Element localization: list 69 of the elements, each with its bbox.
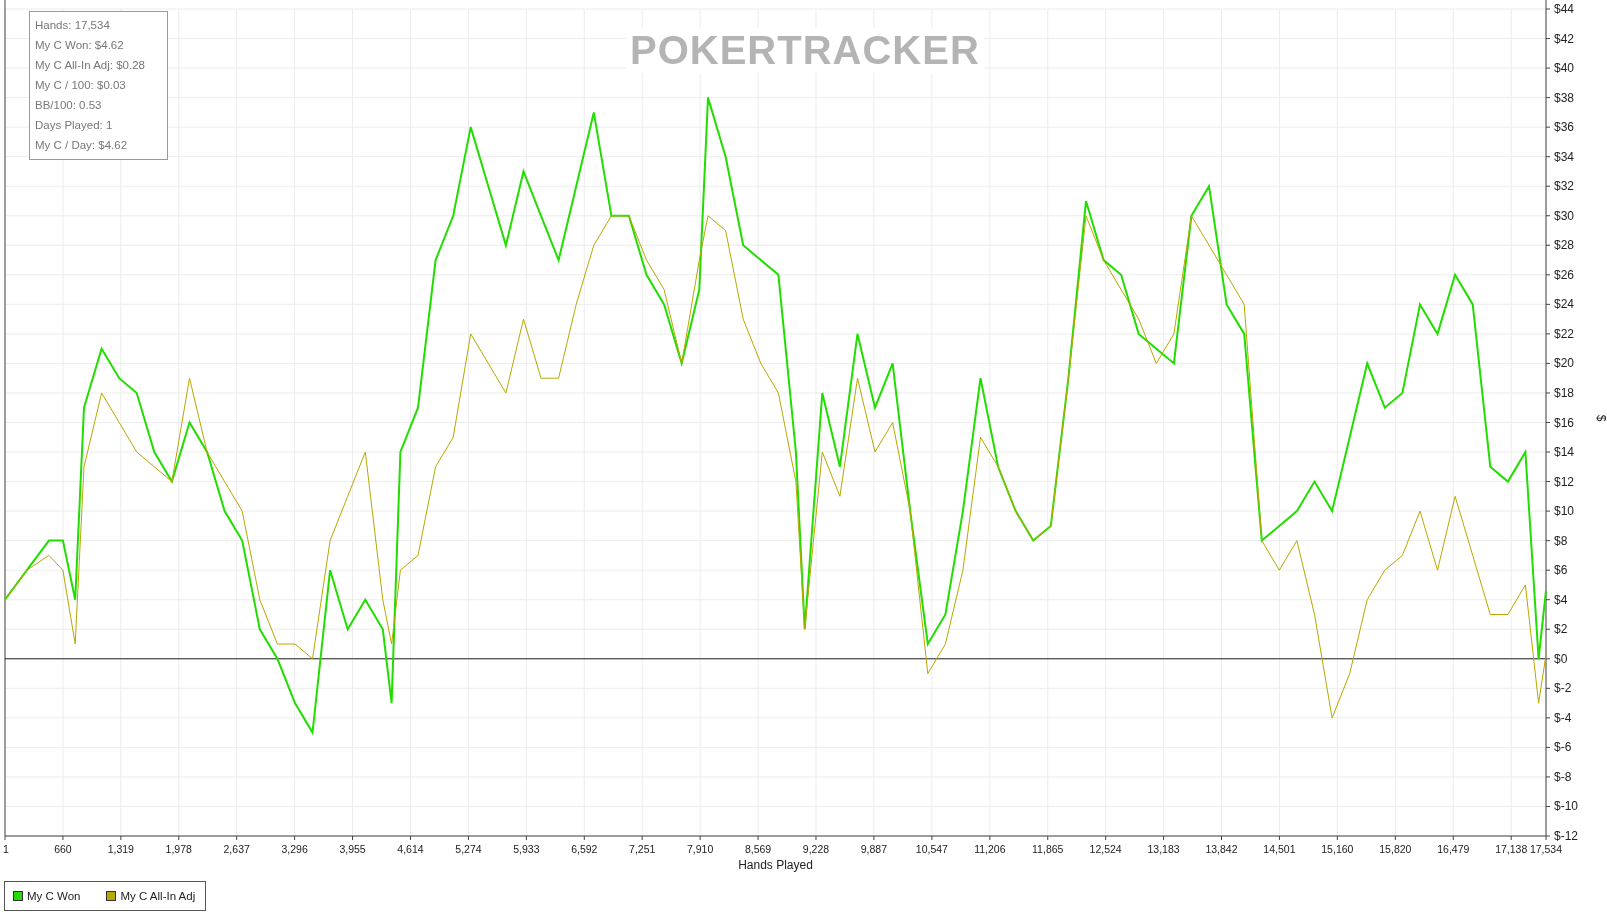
y-tick-label: $24 <box>1554 297 1575 312</box>
y-tick-label: $26 <box>1554 267 1575 282</box>
x-tick-label: 13,842 <box>1205 843 1238 855</box>
y-tick-label: $-6 <box>1554 740 1572 755</box>
y-tick-label: $38 <box>1554 90 1575 105</box>
stat-text: My C Won: $4.62 <box>35 38 125 53</box>
x-tick-label: 14,501 <box>1263 843 1296 855</box>
x-tick-label: 5,933 <box>513 843 540 855</box>
x-tick-label: 9,887 <box>860 843 888 855</box>
y-tick-label: $34 <box>1554 149 1575 164</box>
y-tick-label: $0 <box>1554 651 1568 666</box>
x-tick-label: 660 <box>54 843 72 855</box>
x-tick-label: 5,274 <box>455 843 482 855</box>
x-tick-label: 17,534 <box>1529 843 1563 855</box>
y-tick-label: $30 <box>1554 208 1575 223</box>
y-tick-label: $16 <box>1554 415 1575 430</box>
legend-label: My C All-In Adj <box>120 890 196 902</box>
x-tick-label: 16,479 <box>1437 843 1470 855</box>
stat-text: BB/100: 0.53 <box>35 98 103 113</box>
stat-text: My C / 100: $0.03 <box>35 78 127 93</box>
y-tick-label: $6 <box>1554 563 1568 578</box>
y-tick-label: $28 <box>1554 238 1575 253</box>
x-tick-label: 13,183 <box>1147 843 1180 855</box>
y-tick-label: $-8 <box>1554 769 1572 784</box>
y-tick-label: $8 <box>1554 533 1568 548</box>
x-tick-label: 1 <box>3 843 9 855</box>
y-tick-label: $2 <box>1554 622 1568 637</box>
y-tick-label: $10 <box>1554 504 1575 519</box>
y-tick-label: $-2 <box>1554 681 1572 696</box>
x-tick-label: 7,910 <box>687 843 714 855</box>
y-tick-label: $-12 <box>1554 829 1579 843</box>
x-tick-label: 8,569 <box>744 843 772 855</box>
x-tick-label: 7,251 <box>629 843 656 855</box>
x-tick-label: 3,955 <box>339 843 366 855</box>
y-tick-label: $18 <box>1554 385 1575 400</box>
stat-text: My C All-In Adj: $0.28 <box>35 58 146 73</box>
x-tick-label: 17,138 <box>1495 843 1528 855</box>
stat-text: Days Played: 1 <box>35 118 114 133</box>
y-tick-label: $40 <box>1554 61 1575 76</box>
x-tick-label: 4,614 <box>397 843 424 855</box>
y-tick-label: $-4 <box>1554 710 1572 725</box>
axis-title: $ <box>1594 414 1607 422</box>
y-tick-label: $4 <box>1554 592 1568 607</box>
x-tick-label: 12,524 <box>1089 843 1122 855</box>
x-tick-label: 6,592 <box>571 843 598 855</box>
y-tick-label: $22 <box>1554 326 1575 341</box>
y-tick-label: $42 <box>1554 31 1575 46</box>
x-tick-label: 9,228 <box>802 843 830 855</box>
y-tick-label: $12 <box>1554 474 1575 489</box>
watermark-logo: POKERTRACKER <box>626 28 984 73</box>
x-tick-label: 11,206 <box>974 843 1006 855</box>
stat-text: Hands: 17,534 <box>35 18 111 33</box>
y-tick-label: $14 <box>1554 445 1575 460</box>
x-tick-label: 2,637 <box>223 843 250 855</box>
legend-label: My C Won <box>27 890 81 902</box>
y-tick-label: $32 <box>1554 179 1575 194</box>
x-tick-label: 15,820 <box>1379 843 1412 855</box>
x-tick-label: 15,160 <box>1321 843 1354 855</box>
x-tick-label: 1,319 <box>107 843 134 855</box>
stat-text: My C / Day: $4.62 <box>35 138 129 153</box>
y-tick-label: $-10 <box>1554 799 1579 814</box>
x-tick-label: 10,547 <box>915 843 948 855</box>
x-tick-label: 11,865 <box>1032 843 1064 855</box>
x-tick-label: 1,978 <box>165 843 192 855</box>
x-tick-label: 3,296 <box>281 843 308 855</box>
y-tick-label: $20 <box>1554 356 1575 371</box>
y-tick-label: $44 <box>1554 2 1575 16</box>
y-tick-label: $36 <box>1554 120 1575 135</box>
axis-title: Hands Played <box>738 858 813 872</box>
